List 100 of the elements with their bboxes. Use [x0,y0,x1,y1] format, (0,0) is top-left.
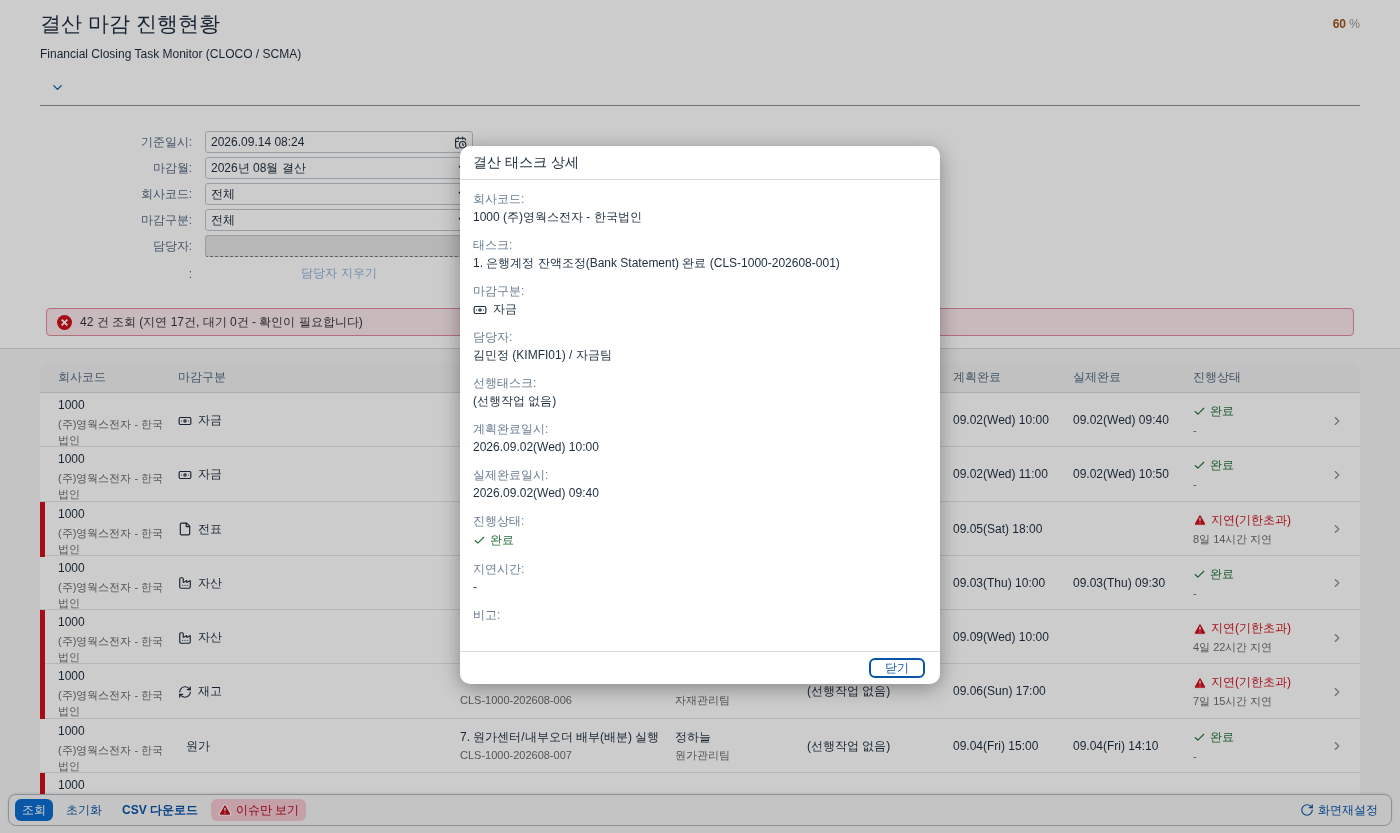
planned-date: 09.02(Wed) 10:00 [953,413,1050,428]
page-title: 결산 마감 진행현황 [40,11,221,37]
actual-date: 09.02(Wed) 10:50 [1073,467,1170,483]
factory-icon [178,576,192,591]
predecessor-text: (선행작업 없음) [807,684,892,700]
status-text: 지연(기한초과) [1211,620,1291,638]
progress-percent: 60 % [1332,17,1360,31]
status-text: 완료 [1210,403,1234,420]
company-code: 1000 [58,398,86,413]
field-value: 자금 [493,302,517,317]
column-header: 마감구분 [178,369,227,386]
field-value: 2026.09.02(Wed) 10:00 [473,440,600,455]
column-header: 회사코드 [57,369,107,386]
company-name: (주)영웍스전자 - 한국법인 [58,634,165,666]
status-text: 지연(기한초과) [1211,511,1291,529]
column-header: 진행상태 [1193,369,1242,386]
owner-name: 정하늘 [675,729,712,745]
warning-icon [218,803,232,817]
company-code: 1000 [58,560,86,576]
field-label: 계획완료일시: [473,422,550,437]
company-name: (주)영웍스전자 - 한국법인 [58,688,165,720]
company-name: (주)영웍스전자 - 한국법인 [58,525,165,557]
company-code: 1000 [58,506,86,522]
status-text: 완료 [1210,565,1234,583]
cycle-icon [178,685,192,699]
field-label: 비고: [473,608,502,623]
field-label: 마감구분: [473,284,526,299]
error-icon [57,314,72,330]
column-header: 실제완료 [1073,369,1122,386]
filter-label: 담당자: [151,237,192,255]
field-value: 1. 은행계정 잔액조정(Bank Statement) 완료 (CLS-1000-202608-001) [473,256,841,271]
company-name: (주)영웍스전자 - 한국법인 [58,471,165,503]
close-button[interactable]: 닫기 [869,658,925,678]
delay-text: - [1193,423,1198,438]
alert-text: 42 건 조회 (지연 17건, 대기 0건 - 확인이 필요합니다) [80,313,363,331]
planned-date: 09.09(Wed) 10:00 [953,630,1050,646]
toolbar-button[interactable]: 초기화 [59,799,109,821]
planned-date: 09.06(Sun) 17:00 [953,684,1047,700]
column-header: 계획완료 [953,369,1002,386]
toolbar-button[interactable]: 조회 [15,799,53,821]
delay-text: - [1193,477,1198,493]
field-label: 회사코드: [473,192,526,207]
category-text: 재고 [198,684,222,700]
field-value: 김민정 (KIMFI01) / 자금팀 [473,348,613,363]
status-text: 완료 [490,532,514,549]
status-text: 지연(기한초과) [1211,674,1291,692]
actual-date: 09.02(Wed) 09:40 [1073,413,1170,428]
field-label: 태스크: [473,238,514,253]
company-name: (주)영웍스전자 - 한국법인 [58,579,165,611]
field-label: 담당자: [473,330,514,345]
dialog-title: 결산 태스크 상세 [473,153,579,172]
calendar-icon[interactable] [454,135,467,149]
planned-date: 09.05(Sat) 18:00 [953,521,1044,537]
field-value: 2026.09.02(Wed) 09:40 [473,486,600,501]
delay-text: 8일 14시간 지연 [1193,531,1274,547]
field-value: - [473,580,478,595]
planned-date: 09.02(Wed) 11:00 [953,467,1049,483]
planned-date: 09.03(Thu) 10:00 [953,575,1047,591]
company-name: (주)영웍스전자 - 한국법인 [58,742,165,774]
factory-icon [178,630,192,645]
actual-date: 09.04(Fri) 14:10 [1073,738,1160,754]
field-label: 선행태스크: [473,376,538,391]
category-text: 자금 [198,413,222,428]
toolbar-button[interactable]: 이슈만 보기 [211,799,307,821]
company-code: 1000 [58,615,86,631]
status-text: 완료 [1210,728,1234,746]
toolbar-button[interactable]: CSV 다운로드 [115,799,205,821]
team-name: 자재관리팀 [675,693,731,709]
refresh-icon [1300,803,1314,817]
field-value: (선행작업 없음) [473,394,558,409]
planned-date: 09.04(Fri) 15:00 [953,738,1040,754]
field-label: 실제완료일시: [473,468,550,483]
delay-text: - [1193,748,1198,764]
company-name: (주)영웍스전자 - 한국법인 [58,417,165,448]
field-label: 지연시간: [473,562,526,577]
category-text: 원가 [186,738,210,754]
datetime-field[interactable]: 2026.09.14 08:24 [205,131,473,153]
reset-layout-button[interactable]: 화면재설정 [1293,799,1385,821]
filter-label: 기준일시: [139,133,192,151]
team-name: 원가관리팀 [675,747,731,763]
status-text: 완료 [1210,457,1234,475]
field-label: 진행상태: [473,514,526,529]
filter-label: 마감월: [151,159,192,177]
company-code: 1000 [58,669,86,685]
delay-text: - [1193,585,1198,601]
category-text: 자금 [198,467,222,483]
category-text: 자산 [198,630,222,646]
task-id: CLS-1000-202608-006 [460,693,573,709]
page-subtitle: Financial Closing Task Monitor (CLOCO / SCMA) [40,47,302,61]
field-value: 1000 (주)영웍스전자 - 한국법인 [473,210,643,225]
task-id: CLS-1000-202608-007 [460,747,573,763]
category-text: 전표 [198,521,222,537]
category-text: 자산 [198,575,222,591]
delay-text: 4일 22시간 지연 [1193,640,1274,656]
company-code: 1000 [58,452,86,468]
filter-label: : [187,266,192,281]
delay-text: 7일 15시간 지연 [1193,694,1274,710]
document-icon [178,522,192,537]
company-code: 1000 [58,778,86,794]
filter-label: 마감구분: [139,211,192,229]
